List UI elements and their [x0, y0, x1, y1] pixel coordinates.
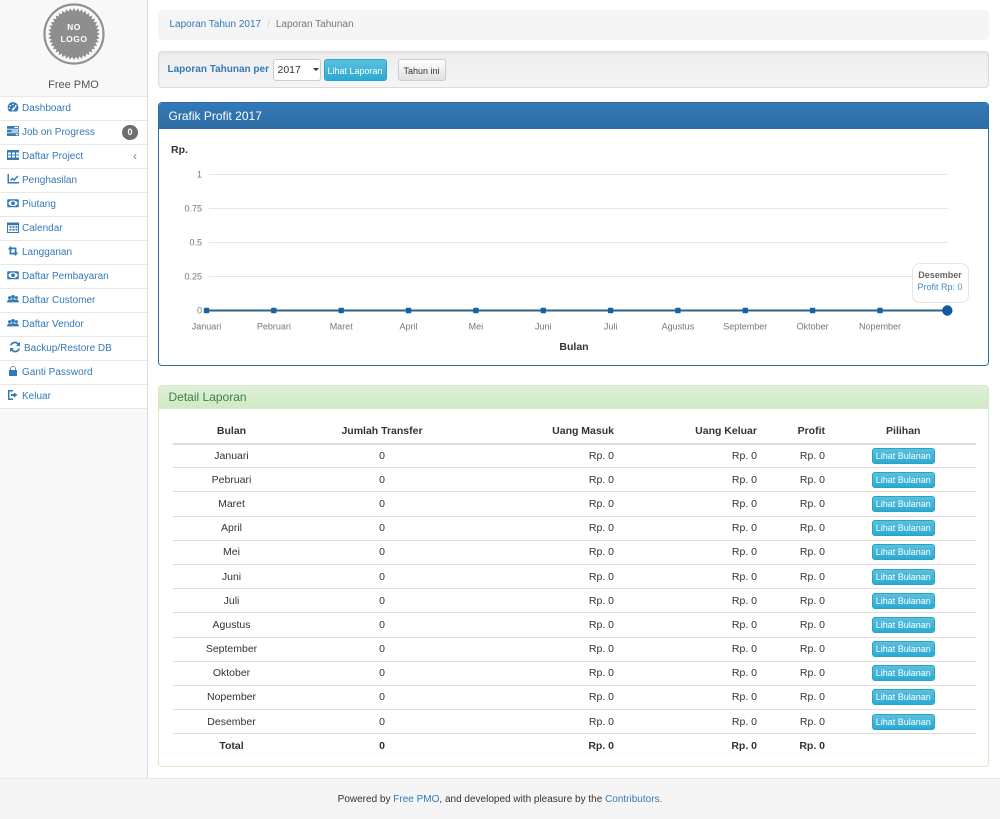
svg-text:0: 0 — [196, 306, 201, 316]
svg-text:Januari: Januari — [191, 322, 221, 332]
svg-text:Bulan: Bulan — [559, 341, 588, 353]
svg-text:Juli: Juli — [603, 322, 617, 332]
svg-text:April: April — [399, 322, 417, 332]
svg-text:Maret: Maret — [329, 322, 353, 332]
svg-text:LOGO: LOGO — [60, 34, 87, 44]
svg-text:Juni: Juni — [534, 322, 551, 332]
svg-text:NO: NO — [67, 22, 81, 32]
svg-text:Pebruari: Pebruari — [256, 322, 290, 332]
svg-text:0.75: 0.75 — [184, 204, 202, 214]
svg-text:Nopember: Nopember — [858, 322, 900, 332]
svg-text:0.25: 0.25 — [184, 272, 202, 282]
svg-text:Mei: Mei — [468, 322, 483, 332]
svg-text:0.5: 0.5 — [189, 238, 202, 248]
svg-text:Agustus: Agustus — [661, 322, 694, 332]
svg-text:Oktober: Oktober — [796, 322, 828, 332]
svg-text:Rp.: Rp. — [171, 144, 188, 156]
svg-text:September: September — [723, 322, 767, 332]
svg-text:1: 1 — [196, 170, 201, 180]
